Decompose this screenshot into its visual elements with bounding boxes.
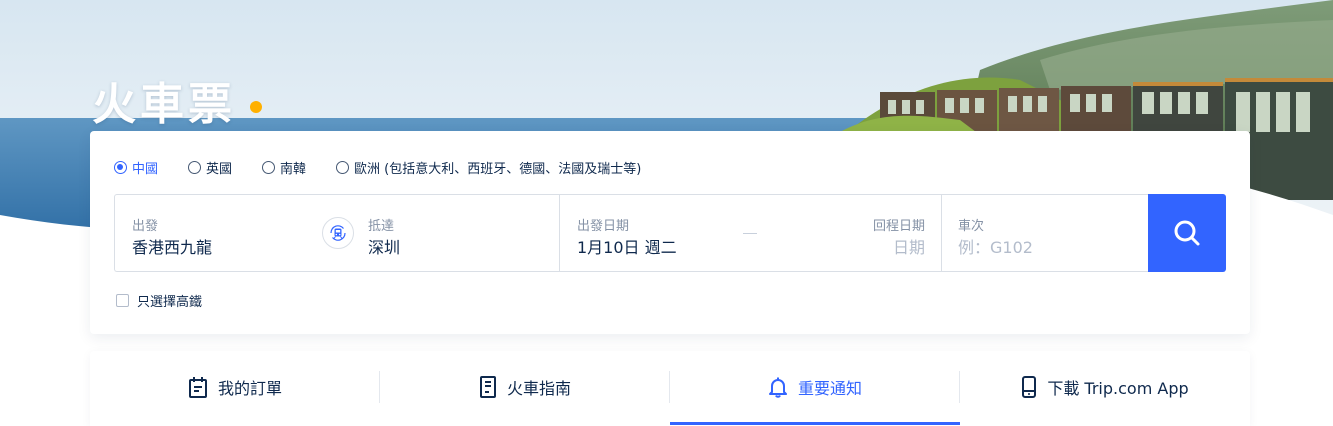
region-selector: 中國 英國 南韓 歐洲 (包括意大利、西班牙、德國、法國及瑞士等)	[114, 158, 671, 177]
departure-label: 出發	[132, 219, 159, 234]
region-option-korea[interactable]: 南韓	[262, 158, 306, 177]
tab-important-notices[interactable]: 重要通知	[670, 351, 960, 425]
swap-stations-button[interactable]	[322, 217, 354, 249]
region-option-china[interactable]: 中國	[114, 158, 158, 177]
radio-button-checked[interactable]	[114, 161, 127, 174]
tab-label: 下載 Trip.com App	[1047, 379, 1189, 398]
search-icon	[1174, 220, 1200, 246]
departure-value[interactable]: 香港西九龍	[132, 234, 212, 258]
tab-label: 我的訂單	[217, 379, 282, 398]
region-option-europe[interactable]: 歐洲 (包括意大利、西班牙、德國、法國及瑞士等)	[336, 158, 641, 177]
tab-label: 重要通知	[797, 379, 862, 398]
departure-date-field[interactable]: 出發日期 1月10日 週二	[577, 195, 737, 271]
return-date-label: 回程日期	[872, 219, 925, 234]
train-swap-icon	[330, 225, 346, 241]
return-date-placeholder[interactable]: 日期	[893, 234, 925, 258]
high-speed-checkbox[interactable]	[116, 294, 129, 307]
radio-button[interactable]	[336, 161, 350, 174]
region-label: 英國	[206, 162, 233, 177]
region-label: 歐洲 (包括意大利、西班牙、德國、法國及瑞士等)	[354, 162, 642, 177]
departure-date-label: 出發日期	[577, 219, 630, 234]
arrival-station-field[interactable]: 抵達 深圳	[368, 195, 548, 271]
train-search-card: 中國 英國 南韓 歐洲 (包括意大利、西班牙、德國、法國及瑞士等) 出發 香港西…	[90, 131, 1250, 334]
date-range-dash	[743, 233, 757, 234]
region-label: 中國	[132, 162, 159, 177]
field-divider	[941, 195, 942, 271]
clipboard-icon	[188, 376, 208, 398]
arrival-value[interactable]: 深圳	[368, 234, 400, 258]
region-label: 南韓	[280, 162, 307, 177]
service-tabs: 我的訂單 火車指南 重要通知 下載 Trip.com App	[90, 351, 1250, 426]
phone-icon	[1021, 376, 1037, 398]
tab-my-orders[interactable]: 我的訂單	[90, 351, 380, 423]
radio-button[interactable]	[188, 161, 202, 174]
arrival-label: 抵達	[368, 219, 395, 234]
tab-label: 火車指南	[506, 379, 571, 398]
guide-book-icon	[479, 376, 497, 398]
search-form: 出發 香港西九龍 抵達 深圳 出發日期 1月10日 週二 回程日期 日期 車次 …	[114, 194, 1148, 272]
field-divider	[559, 195, 560, 271]
departure-date-value[interactable]: 1月10日 週二	[577, 234, 677, 258]
search-button[interactable]	[1148, 194, 1226, 272]
high-speed-only-filter[interactable]: 只選擇高鐵	[116, 291, 202, 310]
bell-icon	[768, 376, 788, 398]
train-number-label: 車次	[958, 219, 985, 234]
region-option-uk[interactable]: 英國	[188, 158, 232, 177]
train-number-field[interactable]: 車次 例：G102	[958, 195, 1138, 271]
page-title: 火車票	[92, 79, 236, 130]
high-speed-label: 只選擇高鐵	[137, 295, 203, 310]
tab-download-app[interactable]: 下載 Trip.com App	[960, 351, 1250, 423]
return-date-field[interactable]: 回程日期 日期	[815, 195, 925, 271]
train-number-input[interactable]: 例：G102	[958, 234, 1033, 258]
tab-train-guide[interactable]: 火車指南	[380, 351, 670, 423]
title-accent-dot	[250, 101, 262, 113]
radio-button[interactable]	[262, 161, 276, 174]
departure-station-field[interactable]: 出發 香港西九龍	[132, 195, 322, 271]
